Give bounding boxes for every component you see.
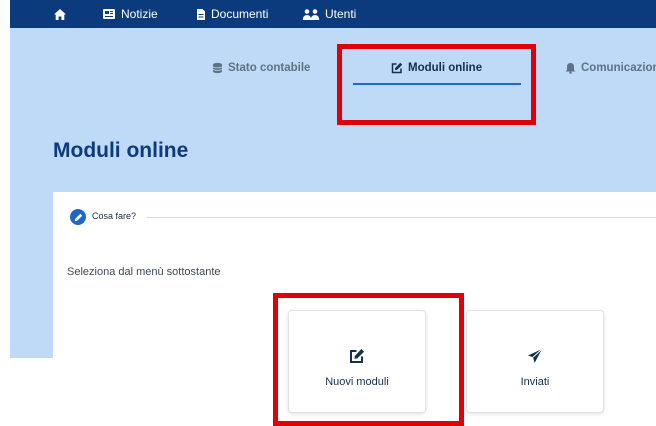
- top-nav-documenti[interactable]: Documenti: [196, 7, 268, 21]
- inviati-label: Inviati: [520, 376, 550, 388]
- top-navigation-bar: Notizie Documenti Utenti: [10, 0, 656, 28]
- tab-stato-contabile-label: Stato contabile: [228, 62, 311, 74]
- tab-comunicazioni-label: Comunicazioni: [581, 62, 656, 74]
- document-icon: [197, 8, 205, 20]
- bell-icon: [565, 63, 576, 74]
- paper-plane-icon: [526, 347, 544, 365]
- coins-icon: [212, 62, 223, 74]
- newspaper-icon: [103, 9, 115, 19]
- home-icon: [54, 8, 66, 20]
- users-icon: [302, 8, 320, 20]
- tab-highlight-box: [337, 44, 536, 125]
- top-nav-utenti-label: Utenti: [325, 7, 357, 21]
- top-nav-documenti-label: Documenti: [211, 7, 269, 21]
- section-divider: [147, 217, 656, 218]
- instruction-text: Seleziona dal menù sottostante: [67, 266, 221, 278]
- tile-highlight-box: [273, 293, 464, 426]
- howto-badge: [70, 209, 86, 225]
- howto-label: Cosa fare?: [92, 211, 137, 221]
- top-nav-utenti[interactable]: Utenti: [302, 7, 356, 21]
- home-button[interactable]: [53, 7, 67, 21]
- top-nav-notizie[interactable]: Notizie: [102, 7, 158, 21]
- pencil-icon: [74, 213, 82, 221]
- tab-comunicazioni[interactable]: Comunicazioni: [565, 60, 656, 76]
- top-nav-notizie-label: Notizie: [121, 7, 158, 21]
- inviati-tile[interactable]: Inviati: [466, 310, 604, 413]
- tab-stato-contabile[interactable]: Stato contabile: [212, 60, 310, 76]
- page-title: Moduli online: [53, 139, 189, 162]
